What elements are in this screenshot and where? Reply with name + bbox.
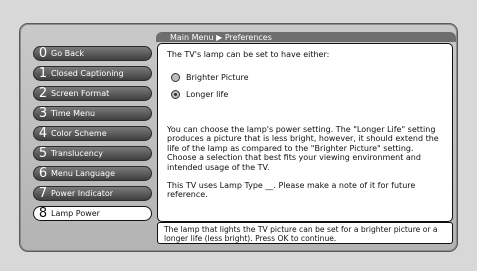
radio-icon	[171, 72, 180, 82]
content-panel: The TV's lamp can be set to have either:…	[157, 43, 453, 222]
description-text: You can choose the lamp's power setting.…	[167, 124, 439, 172]
menu-item-color-scheme[interactable]: 4 Color Scheme	[33, 126, 152, 141]
radio-selected-icon	[171, 89, 180, 99]
menu-item-label: Power Indicator	[51, 189, 114, 198]
option-label: Brighter Picture	[186, 72, 249, 82]
menu-number: 2	[38, 86, 48, 101]
menu-item-time-menu[interactable]: 3 Time Menu	[33, 106, 152, 121]
menu-item-lamp-power[interactable]: 8 Lamp Power	[33, 206, 152, 221]
menu-number: 6	[38, 166, 48, 181]
menu-number: 4	[38, 126, 48, 141]
breadcrumb: Main Menu ▶ Preferences	[170, 33, 272, 42]
menu-number: 0	[38, 46, 48, 61]
menu-item-closed-captioning[interactable]: 1 Closed Captioning	[33, 66, 152, 81]
menu-item-menu-language[interactable]: 6 Menu Language	[33, 166, 152, 181]
menu-item-label: Color Scheme	[51, 129, 107, 138]
menu-item-label: Time Menu	[51, 109, 96, 118]
menu-item-label: Go Back	[51, 49, 85, 58]
menu-item-label: Closed Captioning	[51, 69, 124, 78]
menu-item-label: Translucency	[51, 149, 103, 158]
menu-item-label: Screen Format	[51, 89, 110, 98]
menu-item-power-indicator[interactable]: 7 Power Indicator	[33, 186, 152, 201]
option-longer-life[interactable]: Longer life	[167, 86, 444, 103]
menu-number: 1	[38, 66, 48, 81]
menu-number: 3	[38, 106, 48, 121]
menu-item-screen-format[interactable]: 2 Screen Format	[33, 86, 152, 101]
option-label: Longer life	[186, 89, 229, 99]
menu-number: 5	[38, 146, 48, 161]
menu-item-label: Menu Language	[51, 169, 115, 178]
menu-item-go-back[interactable]: 0 Go Back	[33, 46, 152, 61]
help-text: The lamp that lights the TV picture can …	[157, 222, 453, 244]
lamp-type-note: This TV uses Lamp Type __. Please make a…	[167, 180, 416, 200]
option-brighter-picture[interactable]: Brighter Picture	[167, 69, 444, 86]
menu-item-translucency[interactable]: 5 Translucency	[33, 146, 152, 161]
menu-number: 7	[38, 186, 48, 201]
intro-text: The TV's lamp can be set to have either:	[167, 50, 330, 59]
menu-number: 8	[38, 206, 48, 221]
menu-item-label: Lamp Power	[51, 209, 100, 218]
